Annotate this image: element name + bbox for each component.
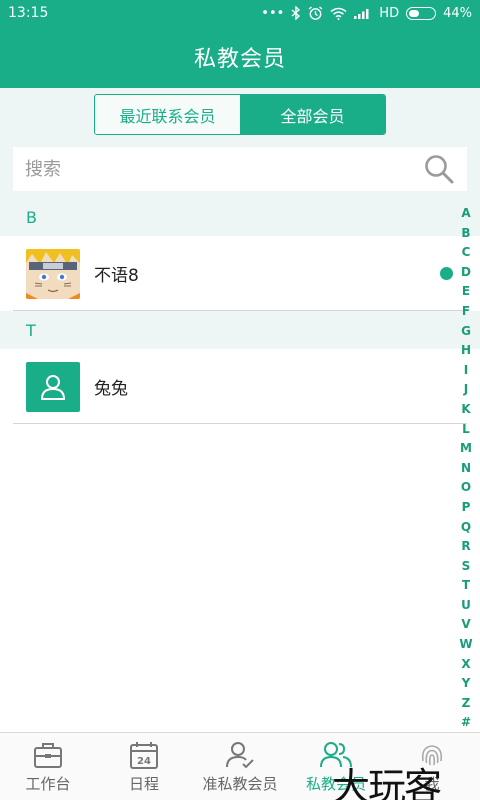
- tab-label: 工作台: [25, 775, 71, 793]
- alphabet-letter[interactable]: O: [461, 478, 471, 498]
- alphabet-letter[interactable]: C: [462, 243, 471, 263]
- alphabet-letter[interactable]: D: [461, 263, 471, 283]
- alphabet-letter[interactable]: Q: [461, 518, 471, 538]
- status-time: 13:15: [8, 5, 49, 21]
- tab-label: 准私教会员: [202, 775, 278, 793]
- alphabet-letter[interactable]: J: [464, 380, 468, 400]
- alphabet-letter[interactable]: Y: [462, 674, 471, 694]
- section-header-t: T: [0, 311, 480, 349]
- member-avatar: [26, 361, 80, 412]
- default-user-icon: [40, 374, 66, 400]
- alphabet-letter[interactable]: M: [460, 439, 472, 459]
- recent-members-tab[interactable]: 最近联系会员: [95, 95, 240, 134]
- row-divider: [13, 423, 467, 424]
- alphabet-letter[interactable]: R: [461, 537, 470, 557]
- alphabet-letter[interactable]: S: [462, 557, 471, 577]
- section-header-b: B: [0, 198, 480, 236]
- alphabet-letter[interactable]: T: [462, 576, 470, 596]
- search-area: [0, 142, 480, 198]
- alphabet-letter[interactable]: F: [462, 302, 470, 322]
- wifi-icon: [330, 7, 347, 20]
- alphabet-letter[interactable]: B: [461, 224, 470, 244]
- search-icon[interactable]: [423, 153, 455, 185]
- alphabet-letter[interactable]: Z: [462, 694, 471, 714]
- alarm-icon: [308, 5, 323, 20]
- battery-icon: [406, 6, 437, 20]
- member-name: 不语8: [94, 266, 139, 286]
- member-row[interactable]: 不语8: [0, 236, 480, 311]
- alphabet-letter[interactable]: A: [461, 204, 470, 224]
- bluetooth-icon: [291, 6, 301, 20]
- tab-schedule[interactable]: 24 日程: [96, 733, 192, 800]
- title-bar: 私教会员: [0, 26, 480, 88]
- alphabet-letter[interactable]: X: [461, 655, 470, 675]
- alphabet-letter[interactable]: P: [462, 498, 471, 518]
- watermark-text: 大玩客: [332, 765, 442, 800]
- alphabet-letter[interactable]: E: [462, 282, 470, 302]
- search-input[interactable]: [25, 158, 423, 180]
- network-type: HD: [379, 5, 400, 21]
- search-box: [13, 147, 467, 191]
- calendar-day: 24: [137, 756, 151, 767]
- alphabet-letter[interactable]: G: [461, 322, 471, 342]
- status-icons: ••• HD 44%: [261, 6, 472, 21]
- signal-icon: [354, 9, 369, 19]
- calendar-icon: 24: [130, 742, 158, 769]
- member-filter-toggle: 最近联系会员 全部会员: [94, 94, 386, 135]
- member-row[interactable]: 兔兔: [0, 349, 480, 424]
- alphabet-letter[interactable]: #: [461, 713, 471, 733]
- alphabet-letter[interactable]: H: [461, 341, 471, 361]
- alphabet-letter[interactable]: N: [461, 459, 471, 479]
- alphabet-index[interactable]: A B C D E F G H I J K L M N O P Q R S T U V W X Y Z #: [458, 204, 474, 733]
- briefcase-icon: [34, 743, 62, 768]
- alphabet-letter[interactable]: U: [461, 596, 471, 616]
- online-status-dot: [440, 267, 453, 280]
- alphabet-letter[interactable]: K: [461, 400, 470, 420]
- user-check-icon: [226, 742, 254, 769]
- alphabet-letter[interactable]: L: [462, 420, 470, 440]
- alphabet-letter[interactable]: W: [459, 635, 472, 655]
- more-dots-icon: •••: [261, 5, 285, 21]
- status-bar: 13:15 ••• HD 44%: [0, 0, 480, 26]
- member-filter-area: 最近联系会员 全部会员: [0, 88, 480, 142]
- member-name: 兔兔: [94, 379, 128, 399]
- alphabet-letter[interactable]: I: [464, 361, 468, 381]
- tab-label: 日程: [128, 775, 159, 793]
- tab-workbench[interactable]: 工作台: [0, 733, 96, 800]
- page-title: 私教会员: [193, 47, 286, 72]
- all-members-tab[interactable]: 全部会员: [240, 95, 385, 134]
- alphabet-letter[interactable]: V: [461, 615, 470, 635]
- tab-prospective-members[interactable]: 准私教会员: [192, 733, 288, 800]
- member-avatar: [26, 248, 80, 299]
- battery-percent: 44%: [443, 5, 472, 21]
